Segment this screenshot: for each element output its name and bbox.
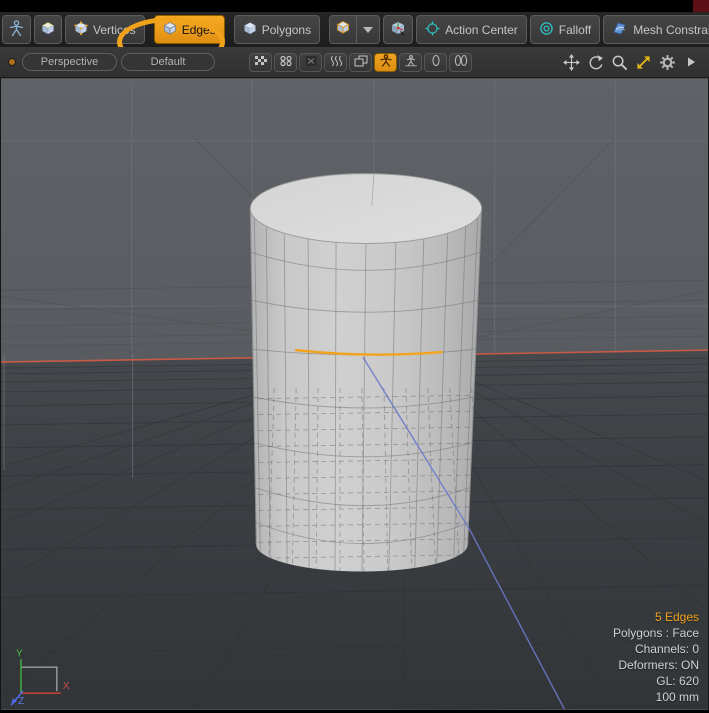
cube-vertices-icon xyxy=(74,21,88,38)
deformer-view-button[interactable] xyxy=(399,53,422,72)
deformer-view-active-button[interactable] xyxy=(374,53,397,72)
maximize-icon xyxy=(635,54,652,71)
falloff-label: Falloff xyxy=(559,23,591,37)
pan-icon xyxy=(563,54,580,71)
gizmo-y-label: Y xyxy=(16,648,23,659)
double-capsule-icon xyxy=(453,54,469,70)
checkerboard-icon xyxy=(254,55,268,70)
selection-set-button[interactable] xyxy=(329,15,356,44)
scene-canvas: Y X Z xyxy=(1,78,708,710)
mesh-constraint-icon xyxy=(612,21,628,39)
application-window: Vertices Edges Polygons xyxy=(0,0,709,713)
action-center-label: Action Center xyxy=(445,23,518,37)
mesh-constraint-button[interactable]: Mesh Constraint xyxy=(603,15,709,44)
status-deformers: Deformers: ON xyxy=(613,657,699,673)
mesh-constraint-label: Mesh Constraint xyxy=(633,23,709,37)
viewport-status-readout: 5 Edges Polygons : Face Channels: 0 Defo… xyxy=(613,609,699,705)
selection-set-dropdown[interactable] xyxy=(356,15,380,44)
gear-icon xyxy=(659,54,676,71)
cube-polygons-icon xyxy=(243,21,257,38)
tab-polygons[interactable]: Polygons xyxy=(234,15,320,44)
gizmo-x-label: X xyxy=(63,681,70,692)
item-mode-button[interactable] xyxy=(2,15,31,44)
rotate-icon xyxy=(587,54,604,71)
selection-set-group xyxy=(329,15,380,44)
toolbar-flyout-button[interactable] xyxy=(681,53,701,72)
maximize-viewport-button[interactable] xyxy=(633,53,653,72)
gizmo-z-label: Z xyxy=(18,696,24,707)
status-channels: Channels: 0 xyxy=(613,641,699,657)
view-mode-dropdown[interactable]: Perspective xyxy=(22,53,117,71)
cube-icon xyxy=(41,21,55,38)
tab-edges[interactable]: Edges xyxy=(154,15,225,44)
viewport-3d[interactable]: Y X Z 5 Edges Polygons : Face Channels: … xyxy=(0,78,709,710)
status-gl: GL: 620 xyxy=(613,673,699,689)
capsule-view-button[interactable] xyxy=(424,53,447,72)
figure-box-icon xyxy=(404,54,418,70)
viewport-toolbar: Perspective Default xyxy=(0,47,709,78)
tab-edges-label: Edges xyxy=(182,23,216,37)
flyout-arrow-icon xyxy=(685,55,697,69)
shading-preset-label: Default xyxy=(151,56,186,68)
shading-checker-button[interactable] xyxy=(249,53,272,72)
chevron-down-icon xyxy=(363,27,373,33)
overlap-squares-icon xyxy=(354,55,368,70)
shading-reflection-button[interactable] xyxy=(299,53,322,72)
shading-preset-dropdown[interactable]: Default xyxy=(121,53,215,71)
zoom-tool-button[interactable] xyxy=(609,53,629,72)
magnifier-icon xyxy=(611,54,628,71)
viewport-state-dot[interactable] xyxy=(8,58,16,66)
double-capsule-view-button[interactable] xyxy=(449,53,472,72)
cube-edges-icon xyxy=(163,21,177,38)
figure-icon xyxy=(9,20,24,40)
status-polygon-mode: Polygons : Face xyxy=(613,625,699,641)
action-center-icon xyxy=(425,21,440,39)
window-corner-accent xyxy=(693,0,709,12)
cube-outline-icon xyxy=(336,20,350,39)
status-grid-size: 100 mm xyxy=(613,689,699,705)
tab-vertices-label: Vertices xyxy=(93,23,136,37)
shading-matcap-button[interactable] xyxy=(274,53,297,72)
window-top-strip xyxy=(0,0,709,12)
center-mode-button[interactable] xyxy=(383,15,413,44)
view-mode-label: Perspective xyxy=(41,56,98,68)
falloff-button[interactable]: Falloff xyxy=(530,15,600,44)
rotate-tool-button[interactable] xyxy=(585,53,605,72)
main-toolbar: Vertices Edges Polygons xyxy=(0,12,709,47)
viewport-nav-controls xyxy=(561,53,701,72)
waves-icon xyxy=(329,55,343,70)
wireframe-toggle-button[interactable] xyxy=(324,53,347,72)
capsule-icon xyxy=(429,54,443,70)
tab-vertices[interactable]: Vertices xyxy=(65,15,145,44)
falloff-icon xyxy=(539,21,554,39)
four-dots-icon xyxy=(279,55,293,70)
ghost-mode-button[interactable] xyxy=(349,53,372,72)
figure-orange-icon xyxy=(379,54,393,70)
cube-axis-icon xyxy=(390,20,406,39)
action-center-button[interactable]: Action Center xyxy=(416,15,527,44)
pan-tool-button[interactable] xyxy=(561,53,581,72)
cylinder-mesh[interactable] xyxy=(240,174,489,573)
mesh-mode-button[interactable] xyxy=(34,15,62,44)
tab-polygons-label: Polygons xyxy=(262,23,311,37)
selection-count: 5 Edges xyxy=(613,609,699,625)
dark-square-icon xyxy=(304,55,318,70)
viewport-settings-button[interactable] xyxy=(657,53,677,72)
